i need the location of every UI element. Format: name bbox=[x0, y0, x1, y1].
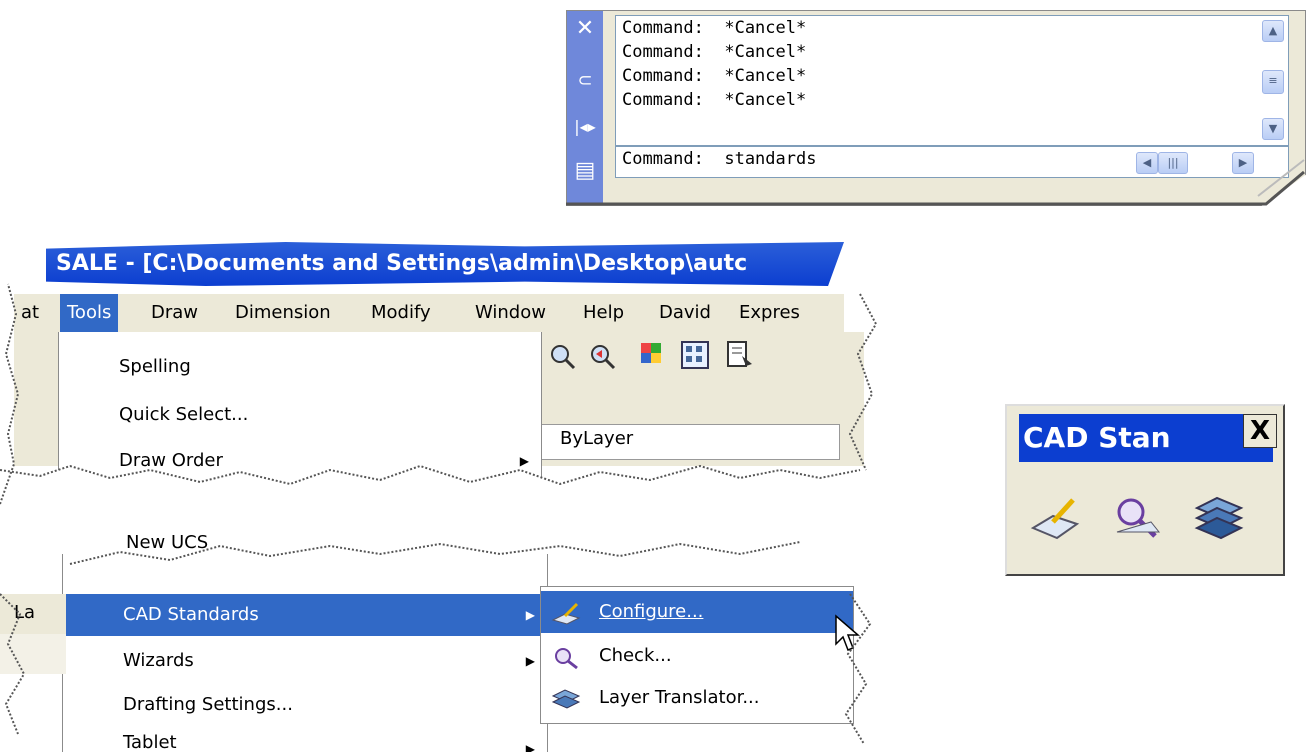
left-fragment-strip: La bbox=[0, 594, 66, 634]
scroll-right-icon[interactable]: ▶ bbox=[1232, 152, 1254, 174]
submenu-item-layer-translator[interactable]: Layer Translator... bbox=[541, 677, 853, 719]
check-standards-icon bbox=[551, 644, 581, 670]
menu-item-label: Wizards bbox=[123, 650, 194, 671]
menu-bar: at Tools Draw Dimension Modify Window He… bbox=[14, 294, 844, 332]
menu-item-spelling[interactable]: Spelling bbox=[59, 346, 541, 388]
cad-standards-toolbar: CAD Stan X bbox=[1005, 404, 1285, 576]
command-window-sidebar: ✕ ⊂ |◂▸ ▤ bbox=[567, 11, 603, 205]
command-input[interactable]: Command: standards ◀ ||| ▶ bbox=[615, 145, 1289, 178]
tools-dropdown-bottom: CAD Standards ▶ Wizards ▶ Drafting Setti… bbox=[62, 554, 548, 752]
scroll-left-icon[interactable]: ◀ bbox=[1136, 152, 1158, 174]
menu-item-label: Draw Order bbox=[119, 450, 223, 471]
menu-item-new-ucs[interactable]: New UCS bbox=[126, 532, 208, 553]
properties-icon[interactable]: ▤ bbox=[571, 157, 599, 185]
menu-item-quick-select[interactable]: Quick Select... bbox=[59, 394, 541, 436]
menu-item-wizards[interactable]: Wizards ▶ bbox=[63, 640, 547, 682]
menu-item-label: CAD Standards bbox=[123, 604, 259, 625]
menu-david[interactable]: David bbox=[652, 294, 718, 332]
history-line: Command: *Cancel* bbox=[622, 66, 807, 86]
scroll-down-icon[interactable]: ▼ bbox=[1262, 118, 1284, 140]
menu-item-drafting-settings[interactable]: Drafting Settings... bbox=[63, 684, 547, 726]
menu-item-label: Spelling bbox=[119, 356, 191, 377]
command-line-window: ✕ ⊂ |◂▸ ▤ Command: *Cancel* Command: *Ca… bbox=[566, 10, 1306, 206]
command-history: Command: *Cancel* Command: *Cancel* Comm… bbox=[615, 15, 1289, 147]
menu-dimension[interactable]: Dimension bbox=[228, 294, 338, 332]
submenu-arrow-icon: ▶ bbox=[525, 608, 535, 622]
bylayer-value: ByLayer bbox=[560, 428, 634, 449]
zoom-realtime-icon[interactable] bbox=[548, 342, 576, 370]
menu-item-cad-standards[interactable]: CAD Standards ▶ bbox=[63, 594, 547, 636]
submenu-item-configure[interactable]: Configure... bbox=[541, 591, 853, 633]
menu-modify[interactable]: Modify bbox=[364, 294, 438, 332]
mouse-cursor-icon bbox=[835, 614, 860, 651]
close-icon[interactable]: ✕ bbox=[571, 15, 599, 43]
history-line: Command: *Cancel* bbox=[622, 42, 807, 62]
layer-translator-icon bbox=[1194, 496, 1244, 540]
layer-translator-icon bbox=[551, 686, 581, 710]
menu-item-label: Drafting Settings... bbox=[123, 694, 293, 715]
menu-item-label: Quick Select... bbox=[119, 404, 249, 425]
menu-item-draw-order[interactable]: Draw Order ▶ bbox=[59, 440, 541, 482]
submenu-item-label: Layer Translator... bbox=[599, 687, 760, 708]
menu-item-tablet[interactable]: Tablet ▶ bbox=[63, 726, 547, 752]
properties-icon[interactable] bbox=[638, 340, 666, 368]
tools-dropdown-top: Spelling Quick Select... Draw Order ▶ bbox=[58, 332, 542, 500]
history-vertical-scrollbar[interactable]: ▲ ≡ ▼ bbox=[1262, 20, 1284, 142]
layer-fragment-label: La bbox=[14, 602, 36, 623]
zoom-previous-icon[interactable] bbox=[588, 342, 616, 370]
submenu-item-label: Check... bbox=[599, 645, 672, 666]
scroll-thumb[interactable]: ≡ bbox=[1262, 70, 1284, 94]
horizontal-scroll-thumb[interactable]: ||| bbox=[1158, 152, 1188, 174]
submenu-arrow-icon: ▶ bbox=[519, 454, 529, 468]
menu-item-label: Tablet bbox=[123, 732, 177, 752]
submenu-item-label: Configure... bbox=[599, 601, 704, 622]
toolbar-close-button[interactable]: X bbox=[1243, 414, 1277, 448]
menu-express[interactable]: Expres bbox=[732, 294, 807, 332]
tools-menu-screenshot: SALE - [C:\Documents and Settings\admin\… bbox=[0, 234, 880, 752]
menu-tools[interactable]: Tools bbox=[60, 294, 119, 332]
tool-palettes-icon[interactable] bbox=[724, 340, 752, 368]
scroll-up-icon[interactable]: ▲ bbox=[1262, 20, 1284, 42]
design-center-icon[interactable] bbox=[680, 340, 709, 369]
history-line: Command: *Cancel* bbox=[622, 18, 807, 38]
configure-standards-button[interactable] bbox=[1029, 492, 1081, 544]
check-standards-button[interactable] bbox=[1111, 492, 1163, 544]
menu-format-fragment[interactable]: at bbox=[14, 294, 46, 332]
cad-standards-submenu: Configure... Check... Layer Translator..… bbox=[540, 586, 854, 724]
menu-draw[interactable]: Draw bbox=[144, 294, 205, 332]
autohide-icon[interactable]: |◂▸ bbox=[571, 113, 599, 141]
menu-help[interactable]: Help bbox=[576, 294, 631, 332]
history-line: Command: *Cancel* bbox=[622, 90, 807, 110]
toolbar-title: CAD Stan bbox=[1019, 414, 1273, 462]
check-standards-icon bbox=[1116, 498, 1161, 538]
left-fragment-strip-2 bbox=[0, 634, 66, 674]
configure-standards-icon bbox=[551, 600, 581, 625]
pin-icon[interactable]: ⊂ bbox=[571, 67, 599, 95]
layer-translator-button[interactable] bbox=[1193, 492, 1245, 544]
input-horizontal-scrollbar[interactable]: ◀ ||| ▶ bbox=[1136, 152, 1256, 174]
menu-window[interactable]: Window bbox=[468, 294, 553, 332]
command-input-text: Command: standards bbox=[622, 149, 817, 169]
configure-standards-icon bbox=[1030, 498, 1080, 540]
submenu-arrow-icon: ▶ bbox=[525, 654, 535, 668]
window-title: SALE - [C:\Documents and Settings\admin\… bbox=[46, 242, 844, 286]
submenu-arrow-icon: ▶ bbox=[525, 742, 535, 752]
submenu-item-check[interactable]: Check... bbox=[541, 635, 853, 677]
command-window-frame: ✕ ⊂ |◂▸ ▤ Command: *Cancel* Command: *Ca… bbox=[566, 10, 1306, 206]
